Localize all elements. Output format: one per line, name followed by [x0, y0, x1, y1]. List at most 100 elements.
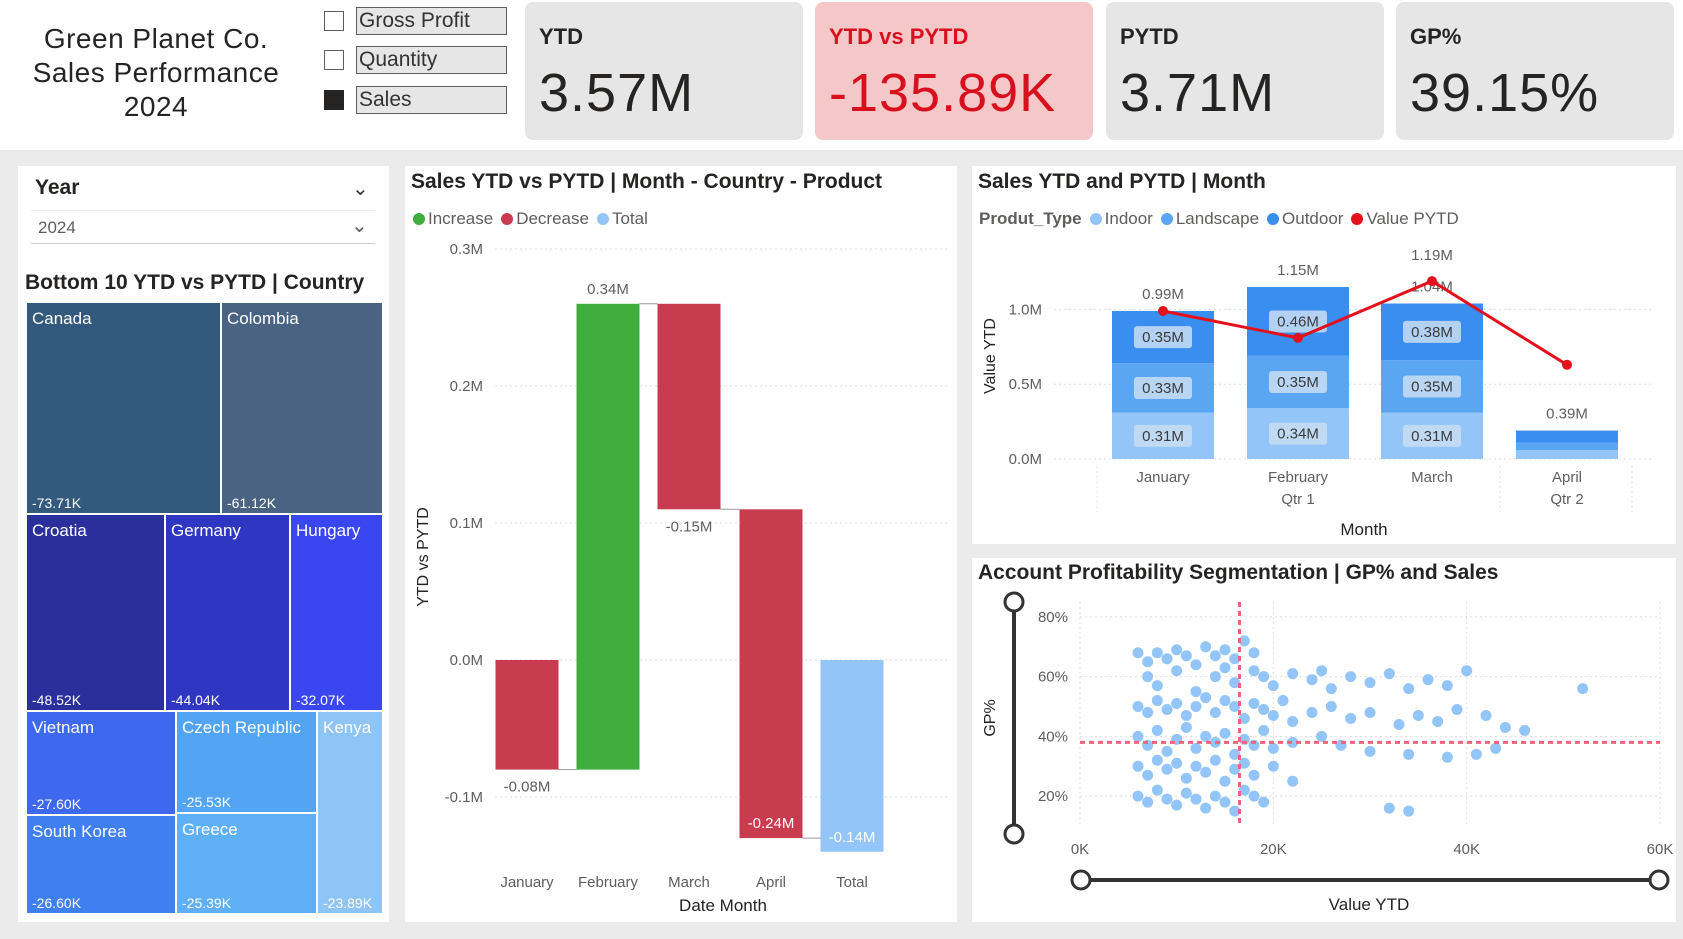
- y-slider-handle: [1003, 823, 1025, 845]
- scatter-point: [1171, 665, 1183, 677]
- pytd-point: [1158, 305, 1168, 316]
- scatter-point: [1151, 680, 1163, 692]
- scatter-point: [1432, 715, 1444, 727]
- scatter-point: [1180, 721, 1192, 733]
- y-tick-label: 0.5M: [1009, 376, 1042, 393]
- treemap-tile[interactable]: Greece -25.39K: [176, 813, 317, 914]
- scatter-point: [1248, 665, 1260, 677]
- toggle-label[interactable]: Sales: [356, 86, 507, 114]
- treemap-tile[interactable]: South Korea -26.60K: [26, 815, 176, 914]
- waterfall-legend: Increase Decrease Total: [413, 209, 656, 229]
- treemap-tile[interactable]: Canada -73.71K: [26, 302, 221, 514]
- scatter-point: [1200, 730, 1212, 742]
- data-label: -0.08M: [504, 779, 551, 796]
- treemap-title: Bottom 10 YTD vs PYTD | Country: [25, 271, 365, 294]
- combo-chart: 1.0M 0.5M 0.0M 0.31M 0.33M 0.35M 0.99M January 0…: [982, 247, 1652, 539]
- scatter-point: [1287, 775, 1299, 787]
- scatter-point: [1345, 671, 1357, 683]
- scatter-point: [1480, 709, 1492, 721]
- scatter-point: [1258, 796, 1270, 808]
- scatter-point: [1200, 692, 1212, 704]
- scatter-point: [1171, 644, 1183, 656]
- scatter-point: [1142, 707, 1154, 719]
- scatter-point: [1364, 707, 1376, 719]
- chevron-down-icon[interactable]: ⌄: [351, 213, 368, 238]
- legend-dot-icon: [1351, 213, 1364, 225]
- legend-item[interactable]: Landscape: [1160, 209, 1259, 229]
- scatter-point: [1383, 668, 1395, 680]
- total-label: 0.99M: [1142, 286, 1184, 303]
- treemap-tile[interactable]: Vietnam -27.60K: [26, 711, 176, 815]
- toggle-quantity[interactable]: Quantity: [324, 46, 507, 74]
- scatter-point: [1248, 769, 1260, 781]
- title-line-3: 2024: [123, 91, 189, 122]
- y-tick-label: -0.1M: [445, 789, 483, 806]
- y-tick-label: 20%: [1038, 788, 1068, 805]
- scatter-point: [1306, 674, 1318, 686]
- scatter-title: Account Profitability Segmentation | GP%…: [978, 561, 1499, 584]
- treemap-tile[interactable]: Croatia -48.52K: [26, 514, 165, 711]
- y-tick-label: 80%: [1038, 609, 1068, 626]
- kpi-card-gp-percent: GP% 39.15%: [1396, 2, 1674, 140]
- scatter-point: [1316, 730, 1328, 742]
- checkbox-quantity[interactable]: [324, 50, 344, 70]
- scatter-point: [1180, 709, 1192, 721]
- kpi-value: 3.57M: [539, 63, 695, 123]
- scatter-point: [1132, 647, 1144, 659]
- scatter-chart: 0K 20K 40K 60K 80% 60% 40% 20% Value YTD GP%: [982, 591, 1673, 914]
- y-tick-label: 0.1M: [450, 515, 483, 532]
- pytd-label: 1.19M: [1411, 247, 1453, 264]
- combo-legend: Produt_Type Indoor Landscape Outdoor Val…: [979, 209, 1467, 229]
- legend-item[interactable]: Outdoor: [1267, 209, 1343, 229]
- scatter-point: [1132, 760, 1144, 772]
- stacked-bar-segment: [1516, 430, 1618, 443]
- scatter-point: [1325, 683, 1337, 695]
- data-label: 0.38M: [1411, 324, 1453, 341]
- toggle-label[interactable]: Quantity: [356, 46, 507, 74]
- waterfall-bar: [820, 660, 884, 852]
- treemap-tile[interactable]: Colombia -61.12K: [221, 302, 383, 514]
- treemap-tile[interactable]: Hungary -32.07K: [290, 514, 383, 711]
- x-tick-label: April: [1552, 469, 1582, 486]
- legend-item[interactable]: Increase: [413, 209, 493, 229]
- toggle-sales[interactable]: Sales: [324, 86, 507, 114]
- kpi-card-ytd-vs-pytd: YTD vs PYTD -135.89K: [815, 2, 1093, 140]
- scatter-point: [1422, 674, 1434, 686]
- waterfall-bar: [576, 303, 640, 770]
- scatter-point: [1306, 707, 1318, 719]
- scatter-point: [1200, 766, 1212, 778]
- scatter-point: [1180, 650, 1192, 662]
- x-tick-label: April: [756, 874, 786, 891]
- toggle-label[interactable]: Gross Profit: [356, 7, 507, 35]
- data-label: 0.35M: [1142, 329, 1184, 346]
- toggle-gross-profit[interactable]: Gross Profit: [324, 7, 507, 35]
- data-label: 0.33M: [1142, 380, 1184, 397]
- chevron-down-icon[interactable]: ⌄: [352, 176, 369, 201]
- legend-item[interactable]: Value PYTD: [1351, 209, 1459, 229]
- scatter-point: [1200, 802, 1212, 814]
- scatter-point: [1258, 704, 1270, 716]
- checkbox-gross-profit[interactable]: [324, 11, 344, 31]
- treemap-tile[interactable]: Czech Republic -25.53K: [176, 711, 317, 813]
- waterfall-bar: [657, 303, 721, 510]
- treemap-tile[interactable]: Kenya -23.89K: [317, 711, 383, 914]
- checkbox-sales[interactable]: [324, 90, 344, 110]
- legend-item[interactable]: Total: [596, 209, 648, 229]
- scatter-point: [1490, 742, 1502, 754]
- x-slider-handle: [1648, 869, 1670, 891]
- scatter-point: [1190, 686, 1202, 698]
- scatter-point: [1316, 665, 1328, 677]
- scatter-point: [1441, 751, 1453, 763]
- treemap-tile[interactable]: Germany -44.04K: [165, 514, 290, 711]
- waterfall-title: Sales YTD vs PYTD | Month - Country - Pr…: [411, 170, 883, 193]
- y-tick-label: 0.0M: [1009, 451, 1042, 468]
- x-tick-label: Total: [836, 874, 868, 891]
- y-tick-label: 1.0M: [1009, 301, 1042, 318]
- legend-item[interactable]: Indoor: [1089, 209, 1153, 229]
- scatter-point: [1412, 709, 1424, 721]
- legend-item[interactable]: Decrease: [501, 209, 589, 229]
- scatter-point: [1267, 709, 1279, 721]
- year-dropdown[interactable]: 2024 ⌄: [31, 210, 375, 244]
- y-tick-label: 60%: [1038, 669, 1068, 686]
- data-label: 0.35M: [1411, 378, 1453, 395]
